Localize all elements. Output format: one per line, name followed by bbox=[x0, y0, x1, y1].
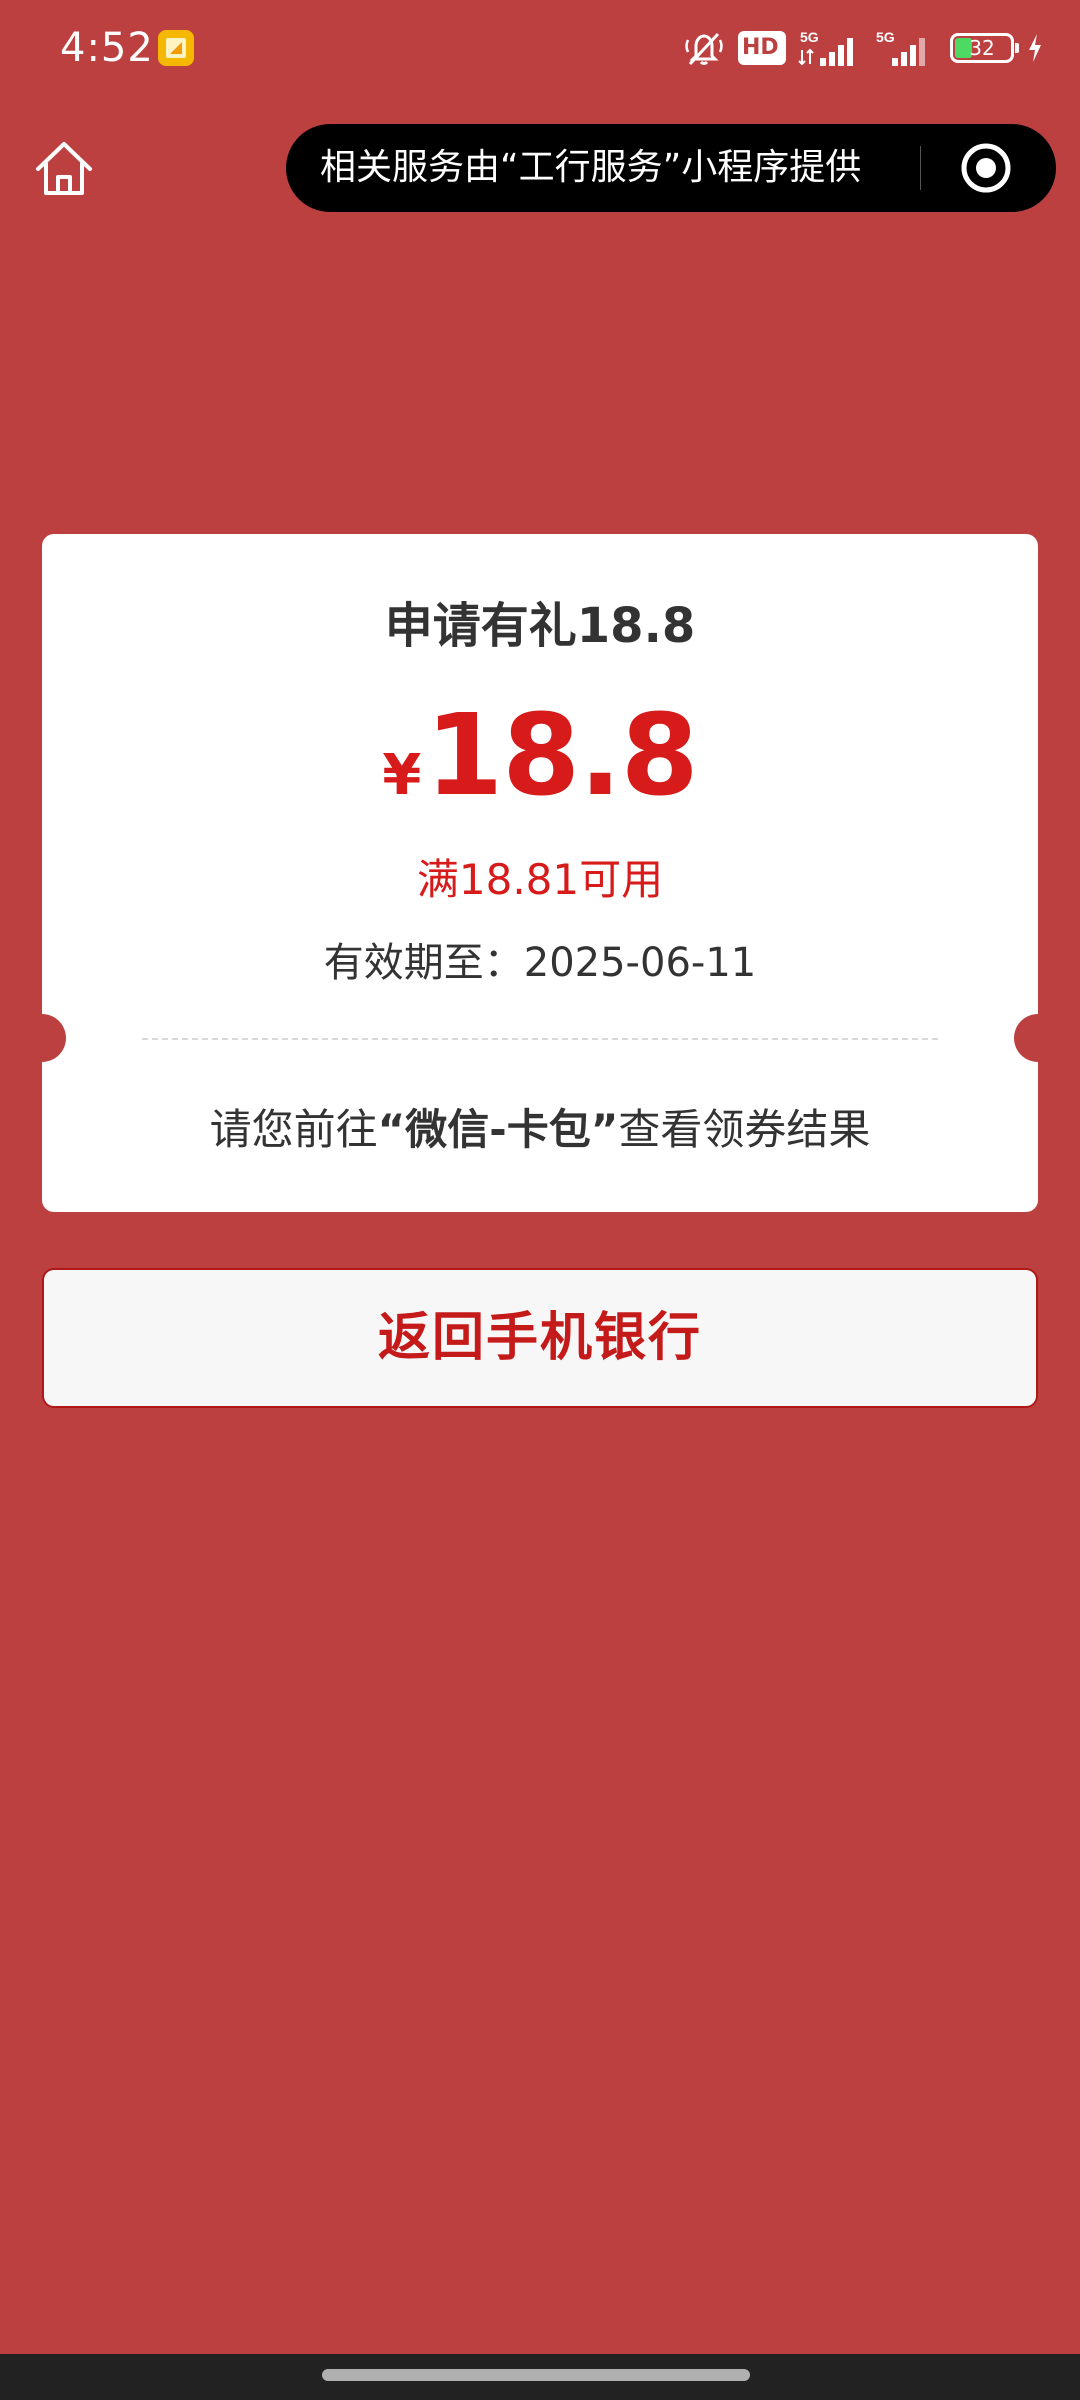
coupon-condition: 满18.81可用 bbox=[416, 855, 664, 904]
battery-icon: 32 bbox=[950, 33, 1019, 63]
status-time: 4:52 bbox=[60, 25, 154, 71]
coupon-title: 申请有礼18.8 bbox=[384, 598, 696, 654]
coupon-validity: 有效期至：2025-06-11 bbox=[323, 940, 757, 986]
capsule-service-text: 相关服务由“工行服务”小程序提供 bbox=[320, 147, 862, 188]
status-icons: HD 5G 5G 32 bbox=[682, 24, 1044, 72]
home-button[interactable] bbox=[30, 135, 98, 203]
hd-badge: HD bbox=[738, 31, 786, 65]
return-mobile-bank-button[interactable]: 返回手机银行 bbox=[42, 1268, 1038, 1408]
network-label-1: 5G bbox=[800, 29, 819, 45]
card-notch-left bbox=[18, 1014, 66, 1062]
battery-cap bbox=[1015, 43, 1019, 53]
signal-icon-2: 5G bbox=[876, 29, 925, 66]
mute-bell-icon bbox=[685, 32, 723, 66]
coupon-card: 申请有礼18.8 ¥18.8 满18.81可用 有效期至：2025-06-11 … bbox=[18, 534, 1062, 1212]
card-notch-right bbox=[1014, 1014, 1062, 1062]
navigation-bar bbox=[0, 2354, 1080, 2400]
signal-icon-1: 5G bbox=[798, 29, 853, 66]
notice-prefix: 请您前往 bbox=[209, 1105, 378, 1154]
notice-wechat-cardpack: “微信-卡包” bbox=[377, 1105, 619, 1154]
capsule-divider bbox=[920, 146, 921, 190]
status-bar: 4:52 HD 5G 5G 32 bbox=[0, 0, 1080, 96]
mini-program-capsule[interactable]: 相关服务由“工行服务”小程序提供 bbox=[286, 124, 1056, 212]
gesture-handle[interactable] bbox=[322, 2369, 750, 2381]
network-label-2: 5G bbox=[876, 29, 895, 45]
amount-value: 18.8 bbox=[425, 691, 698, 821]
hd-label: HD bbox=[742, 35, 779, 60]
home-icon bbox=[36, 142, 92, 195]
currency-symbol: ¥ bbox=[382, 743, 422, 808]
notification-app-icon bbox=[158, 30, 194, 66]
target-icon[interactable] bbox=[958, 140, 1014, 196]
coupon-notice: 请您前往“微信-卡包”查看领券结果 bbox=[42, 1102, 1038, 1158]
charging-icon bbox=[1029, 34, 1041, 62]
battery-level: 32 bbox=[969, 36, 995, 60]
notice-suffix: 查看领券结果 bbox=[618, 1105, 871, 1154]
card-dashed-divider bbox=[142, 1038, 938, 1040]
coupon-amount: ¥18.8 bbox=[42, 700, 1038, 812]
